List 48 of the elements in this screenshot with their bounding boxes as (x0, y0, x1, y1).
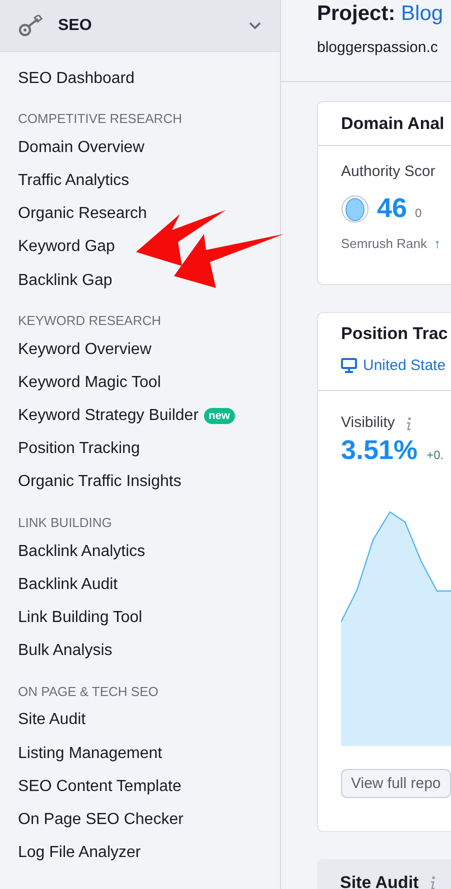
menu-item[interactable]: Organic Traffic Insights (18, 473, 182, 492)
metric-label: Authority Scor (341, 163, 436, 180)
menu-item[interactable]: Site Audit (18, 711, 86, 730)
menu-item[interactable]: Backlink Analytics (18, 542, 146, 561)
rank-arrow: ↑ (434, 236, 440, 251)
menu-item[interactable]: Backlink Gap (18, 272, 112, 290)
section-heading: COMPETITIVE RESEARCH (17, 110, 183, 128)
score-gauge-icon (341, 194, 369, 222)
card-title: Site Audit (340, 873, 419, 889)
menu-item[interactable]: Keyword Strategy Builder (18, 407, 199, 426)
location-link[interactable]: United State (363, 357, 446, 374)
rank-label: Semrush Rank (341, 236, 427, 251)
authority-score: 46 (377, 193, 408, 224)
menu-item[interactable]: SEO Dashboard (18, 70, 135, 88)
section-heading: ON PAGE & TECH SEO (17, 682, 160, 701)
visibility-change: +0. (426, 448, 444, 462)
card-title: Domain Anal (341, 114, 444, 133)
menu-item[interactable]: Traffic Analytics (18, 172, 130, 190)
menu-item[interactable]: Keyword Gap (18, 238, 115, 256)
key-icon (18, 14, 44, 36)
menu-item[interactable]: Position Tracking (18, 440, 140, 458)
visibility-value: 3.51% (341, 435, 418, 466)
metric-label: Visibility (341, 414, 395, 431)
menu-item[interactable]: Keyword Magic Tool (18, 374, 161, 392)
menu-item[interactable]: Organic Research (18, 205, 147, 224)
menu-item[interactable]: Domain Overview (18, 138, 144, 157)
info-icon[interactable] (404, 417, 412, 431)
project-title: Project: Blog (317, 1, 444, 26)
view-report-button[interactable]: View full repo (341, 769, 451, 798)
sidebar-header[interactable]: SEO (0, 0, 280, 52)
menu-item[interactable]: Keyword Overview (18, 340, 152, 359)
menu-item[interactable]: Backlink Audit (18, 576, 118, 594)
new-badge: new (204, 408, 235, 424)
score-change: 0 (415, 206, 422, 220)
section-heading: KEYWORD RESEARCH (17, 312, 162, 330)
info-icon[interactable] (428, 876, 436, 889)
menu-item[interactable]: SEO Content Template (18, 778, 182, 796)
menu-item[interactable]: Listing Management (18, 744, 162, 763)
project-domain: bloggerspassion.c (317, 39, 439, 56)
monitor-icon (341, 358, 357, 373)
menu-item[interactable]: Bulk Analysis (18, 642, 112, 660)
menu-item[interactable]: Log File Analyzer (18, 844, 141, 862)
chevron-icon[interactable] (248, 20, 262, 30)
section-title: SEO (58, 16, 93, 34)
card-title: Position Trac (341, 324, 448, 343)
menu-item[interactable]: Link Building Tool (18, 609, 142, 628)
section-heading: LINK BUILDING (17, 514, 113, 532)
menu-item[interactable]: On Page SEO Checker (18, 810, 184, 829)
